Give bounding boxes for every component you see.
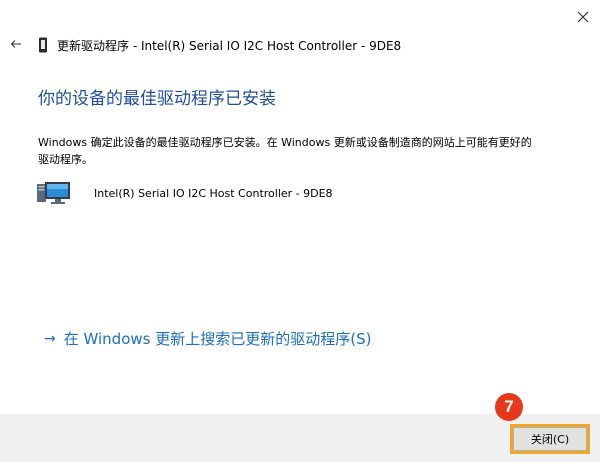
description-text: Windows 确定此设备的最佳驱动程序已安装。在 Windows 更新或设备制… — [38, 136, 532, 166]
device-name: Intel(R) Serial IO I2C Host Controller -… — [94, 186, 333, 200]
close-icon — [577, 11, 589, 23]
window-title-row: 更新驱动程序 - Intel(R) Serial IO I2C Host Con… — [38, 36, 401, 54]
window-title: 更新驱动程序 - Intel(R) Serial IO I2C Host Con… — [57, 38, 402, 53]
back-arrow-icon — [10, 40, 21, 48]
back-button[interactable] — [8, 37, 24, 51]
device-row: Intel(R) Serial IO I2C Host Controller -… — [36, 180, 333, 206]
search-windows-update-link[interactable]: → 在 Windows 更新上搜索已更新的驱动程序(S) — [44, 328, 371, 349]
close-button-label: 关闭(C) — [513, 427, 587, 451]
page-heading: 你的设备的最佳驱动程序已安装 — [38, 89, 276, 109]
search-link-label: 在 Windows 更新上搜索已更新的驱动程序(S) — [63, 330, 372, 348]
device-chip-icon — [39, 37, 47, 53]
window-close-button[interactable] — [572, 6, 594, 28]
close-button[interactable]: 关闭(C) — [510, 424, 590, 454]
step-number-badge: 7 — [495, 393, 523, 421]
arrow-right-icon: → — [44, 330, 56, 347]
monitor-computer-icon — [37, 182, 70, 204]
